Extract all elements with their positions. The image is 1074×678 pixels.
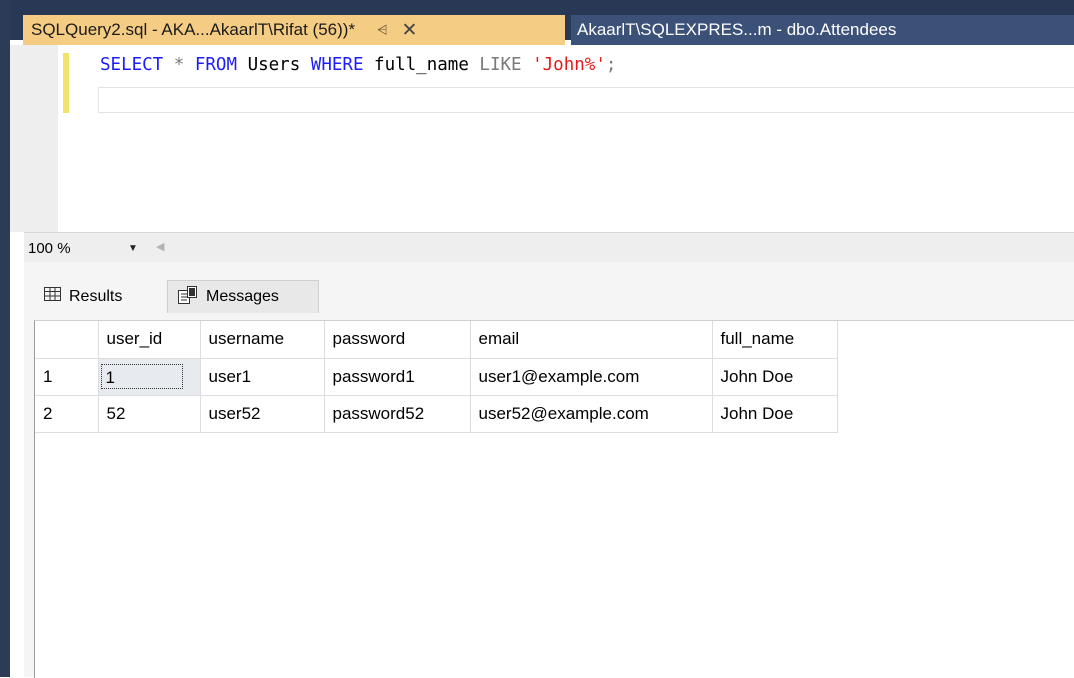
tab-results[interactable]: Results [32, 280, 165, 313]
document-tab-bar: SQLQuery2.sql - AKA...AkaarlT\Rifat (56)… [10, 0, 1074, 45]
column-header-user-id[interactable]: user_id [98, 321, 201, 359]
current-line-highlight[interactable] [98, 87, 1074, 113]
table-row: 2 52 user52 password52 user52@example.co… [35, 395, 838, 433]
grid-icon [44, 287, 61, 306]
column-header-username[interactable]: username [200, 321, 325, 359]
tab-attendees-title: AkaarlT\SQLEXPRES...m - dbo.Attendees [577, 20, 897, 39]
tab-query-editor[interactable]: SQLQuery2.sql - AKA...AkaarlT\Rifat (56)… [23, 15, 565, 45]
cell-password[interactable]: password52 [324, 395, 471, 433]
change-tracking-bar [63, 53, 69, 113]
row-number[interactable]: 1 [35, 358, 99, 396]
cell-user-id[interactable]: 1 [98, 358, 201, 396]
table-name: Users [247, 55, 301, 75]
cell-user-id[interactable]: 52 [98, 395, 201, 433]
cell-email[interactable]: user1@example.com [470, 358, 713, 396]
selected-cell-value: 1 [100, 364, 183, 389]
tab-messages-label: Messages [206, 288, 279, 305]
editor-gutter [10, 45, 58, 232]
zoom-dropdown[interactable]: 100 % ▼ [26, 237, 146, 259]
chevron-down-icon[interactable]: ▼ [128, 243, 138, 254]
tab-results-label: Results [69, 287, 123, 305]
column-header-password[interactable]: password [324, 321, 471, 359]
header-row: user_id username password email full_nam… [35, 321, 838, 359]
keyword-where: WHERE [310, 55, 364, 75]
results-grid[interactable]: user_id username password email full_nam… [34, 320, 1074, 678]
tab-messages[interactable]: Messages [167, 280, 319, 313]
cell-username[interactable]: user1 [200, 358, 325, 396]
tab-query-editor-title: SQLQuery2.sql - AKA...AkaarlT\Rifat (56)… [31, 20, 356, 39]
column-name: full_name [374, 55, 469, 75]
close-icon[interactable]: ✕ [401, 21, 417, 40]
row-number[interactable]: 2 [35, 395, 99, 433]
column-header-email[interactable]: email [470, 321, 713, 359]
pin-icon[interactable]: ⩤ [377, 22, 387, 38]
query-editor[interactable]: SELECT * FROM Users WHERE full_name LIKE… [10, 45, 1074, 232]
keyword-from: FROM [194, 55, 238, 75]
keyword-select: SELECT [100, 55, 164, 75]
row-number-header[interactable] [35, 321, 99, 359]
semicolon: ; [605, 55, 617, 75]
keyword-like: LIKE [479, 55, 522, 75]
cell-email[interactable]: user52@example.com [470, 395, 713, 433]
string-pattern: 'John%' [532, 55, 606, 75]
query-line-1[interactable]: SELECT * FROM Users WHERE full_name LIKE… [100, 55, 616, 75]
cell-full-name[interactable]: John Doe [712, 358, 838, 396]
table-row: 1 1 user1 password1 user1@example.com Jo… [35, 358, 838, 396]
column-header-full-name[interactable]: full_name [712, 321, 838, 359]
cell-password[interactable]: password1 [324, 358, 471, 396]
zoom-value: 100 % [28, 239, 71, 257]
scroll-left-icon[interactable]: ◀ [156, 240, 164, 253]
results-table: user_id username password email full_nam… [35, 321, 838, 433]
results-pane: Results Messages user_id username passwo… [24, 262, 1074, 678]
messages-icon [178, 285, 198, 309]
star-operator: * [173, 55, 185, 75]
zoom-bar: 100 % ▼ ◀ [24, 232, 1074, 262]
window-left-edge [0, 0, 10, 677]
cell-full-name[interactable]: John Doe [712, 395, 838, 433]
cell-username[interactable]: user52 [200, 395, 325, 433]
tab-attendees-table[interactable]: AkaarlT\SQLEXPRES...m - dbo.Attendees [571, 15, 1074, 45]
